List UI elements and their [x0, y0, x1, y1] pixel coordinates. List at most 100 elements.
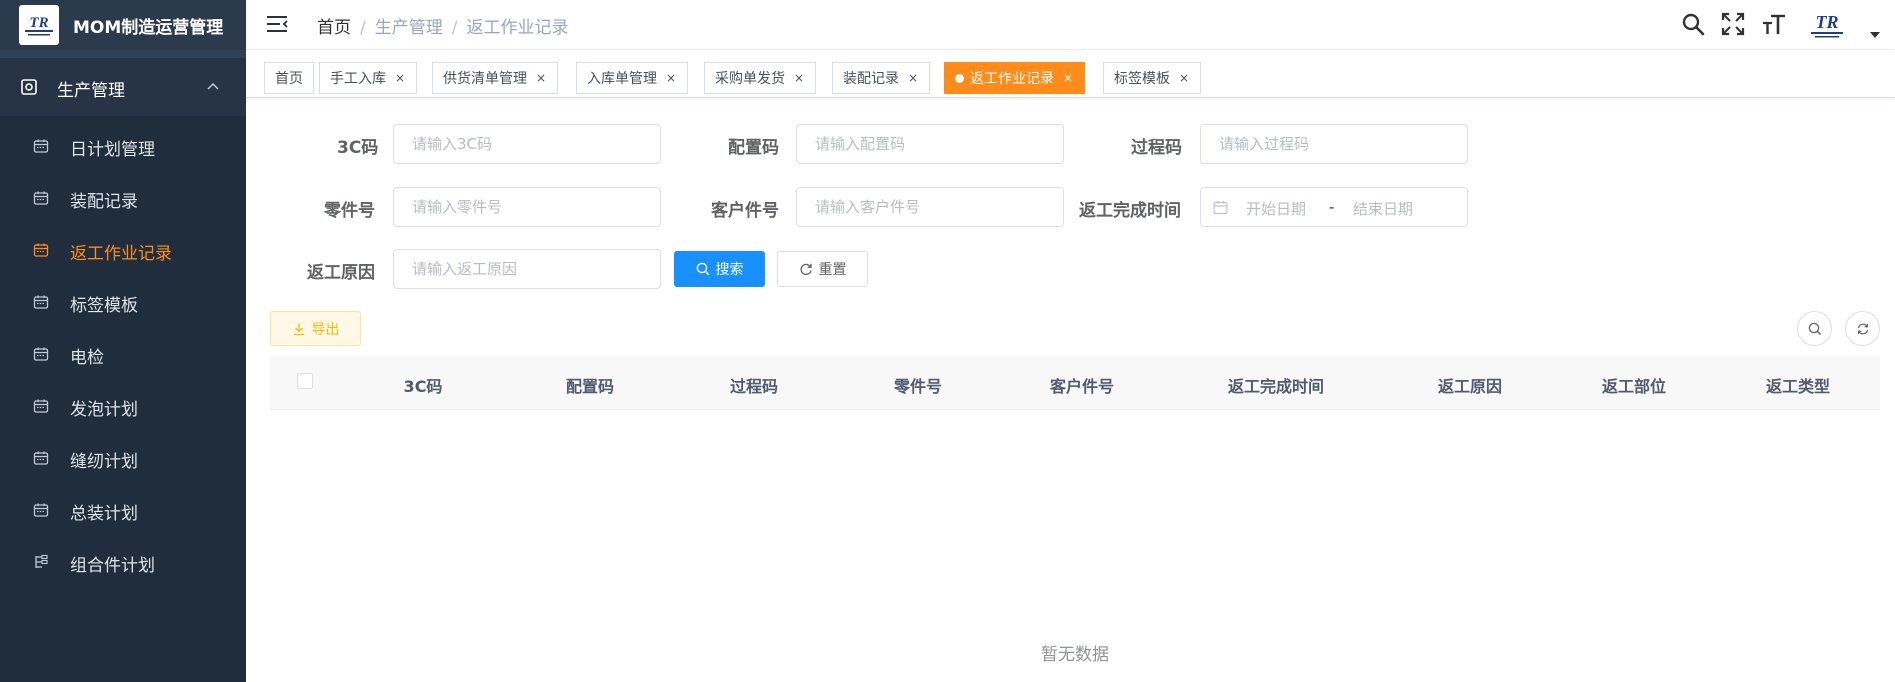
export-button[interactable]: 导出	[270, 311, 361, 346]
column-header[interactable]: 客户件号	[1050, 373, 1114, 397]
sidebar-item-daily-plan[interactable]: 日计划管理	[0, 120, 246, 172]
customer-part-no-input[interactable]	[796, 187, 1064, 227]
toggle-search-button[interactable]	[1797, 311, 1832, 346]
tags-view: 首页 手工入库 × 供货清单管理 × 入库单管理 × 采购单发货 × 装配记录 …	[246, 50, 1895, 98]
sidebar-item-label-template[interactable]: 标签模板	[0, 276, 246, 328]
sidebar-item-label: 发泡计划	[70, 400, 138, 420]
sidebar-item-foaming-plan[interactable]: 发泡计划	[0, 380, 246, 432]
tab-manual-inbound[interactable]: 手工入库 ×	[319, 62, 417, 94]
select-all-checkbox[interactable]	[297, 373, 313, 389]
sidebar-item-final-assembly-plan[interactable]: 总装计划	[0, 484, 246, 536]
tab-label: 标签模板	[1114, 71, 1170, 87]
tab-rework-record[interactable]: 返工作业记录 ×	[944, 62, 1085, 94]
close-icon[interactable]: ×	[793, 71, 805, 85]
font-size-icon[interactable]	[1762, 12, 1786, 36]
sidebar-item-rework-record[interactable]: 返工作业记录	[0, 224, 246, 276]
tab-purchase-delivery[interactable]: 采购单发货 ×	[704, 62, 816, 94]
close-icon[interactable]: ×	[1062, 71, 1074, 85]
export-button-label: 导出	[311, 321, 340, 338]
sidebar-item-component-plan[interactable]: 组合件计划	[0, 536, 246, 588]
app-title: MOM制造运营管理	[73, 18, 224, 38]
search-button[interactable]: 搜索	[674, 251, 765, 287]
calendar-icon	[33, 399, 49, 413]
search-icon	[696, 262, 709, 276]
rework-time-range-picker[interactable]: 开始日期 - 结束日期	[1200, 187, 1468, 227]
search-icon[interactable]	[1681, 12, 1705, 36]
breadcrumb-separator: /	[451, 18, 458, 38]
breadcrumb-current: 返工作业记录	[466, 18, 569, 38]
sidebar-submenu: 日计划管理 装配记录 返工作业记录 标签模板 电检 发泡计划 缝纫计划 总装计划…	[0, 116, 246, 682]
column-header[interactable]: 返工部位	[1602, 373, 1666, 397]
table-header: 3C码 配置码 过程码 零件号 客户件号 返工完成时间 返工原因 返工部位 返工…	[270, 356, 1880, 410]
config-code-label: 配置码	[728, 138, 779, 158]
tab-inbound-order[interactable]: 入库单管理 ×	[576, 62, 688, 94]
table-empty-text: 暂无数据	[1041, 645, 1109, 665]
fullscreen-icon[interactable]	[1721, 12, 1745, 36]
cube-icon	[21, 79, 37, 95]
tab-supply-list[interactable]: 供货清单管理 ×	[432, 62, 558, 94]
rework-reason-input[interactable]	[393, 249, 661, 289]
tree-icon	[35, 554, 48, 568]
sidebar-item-label: 日计划管理	[70, 140, 155, 160]
tab-label-template[interactable]: 标签模板 ×	[1103, 62, 1201, 94]
refresh-table-button[interactable]	[1845, 311, 1880, 346]
sidebar: TR MOM制造运营管理 生产管理 日计划管理 装配记录 返工作业记录 标签模板…	[0, 0, 246, 682]
avatar[interactable]: TR	[1804, 9, 1850, 43]
breadcrumb-production[interactable]: 生产管理	[375, 18, 443, 38]
calendar-icon	[33, 191, 49, 205]
calendar-icon	[33, 243, 49, 257]
end-date-placeholder[interactable]: 结束日期	[1353, 198, 1413, 219]
date-separator: -	[1329, 198, 1335, 216]
column-header[interactable]: 返工类型	[1766, 373, 1830, 397]
column-header[interactable]: 配置码	[566, 373, 614, 397]
sidebar-item-assembly-record[interactable]: 装配记录	[0, 172, 246, 224]
sidebar-item-label: 返工作业记录	[70, 244, 172, 264]
sidebar-menu-label: 生产管理	[57, 81, 125, 101]
breadcrumb: 首页 / 生产管理 / 返工作业记录	[317, 13, 568, 38]
breadcrumb-home[interactable]: 首页	[317, 18, 351, 38]
refresh-icon	[799, 263, 812, 276]
rework-reason-label: 返工原因	[307, 263, 375, 283]
close-icon[interactable]: ×	[394, 71, 406, 85]
user-logo-icon: TR	[1811, 12, 1843, 38]
tab-assembly-record[interactable]: 装配记录 ×	[832, 62, 930, 94]
code3c-label: 3C码	[337, 138, 379, 158]
column-header[interactable]: 返工完成时间	[1228, 373, 1324, 397]
close-icon[interactable]: ×	[907, 71, 919, 85]
column-header[interactable]: 返工原因	[1438, 373, 1502, 397]
tab-label: 手工入库	[330, 71, 386, 87]
close-icon[interactable]: ×	[1178, 71, 1190, 85]
calendar-icon	[33, 139, 49, 153]
code3c-input[interactable]	[393, 124, 661, 164]
tab-label: 首页	[275, 71, 303, 87]
part-no-input[interactable]	[393, 187, 661, 227]
process-code-input[interactable]	[1200, 124, 1468, 164]
logo-icon: TR	[25, 15, 53, 36]
navbar: 首页 / 生产管理 / 返工作业记录 TR	[246, 0, 1895, 50]
hamburger-icon[interactable]	[266, 14, 288, 34]
config-code-input[interactable]	[796, 124, 1064, 164]
sidebar-item-label: 总装计划	[70, 504, 138, 524]
svg-text:TR: TR	[29, 15, 48, 31]
column-header[interactable]: 零件号	[894, 373, 942, 397]
tab-home[interactable]: 首页	[264, 62, 314, 94]
close-icon[interactable]: ×	[665, 71, 677, 85]
column-header[interactable]: 3C码	[404, 373, 443, 397]
sidebar-item-sewing-plan[interactable]: 缝纫计划	[0, 432, 246, 484]
close-icon[interactable]: ×	[535, 71, 547, 85]
tab-label: 入库单管理	[587, 71, 657, 87]
start-date-placeholder[interactable]: 开始日期	[1246, 198, 1306, 219]
refresh-icon	[1857, 323, 1868, 334]
sidebar-item-label: 装配记录	[70, 192, 138, 212]
sidebar-item-electrical-check[interactable]: 电检	[0, 328, 246, 380]
sidebar-menu-production[interactable]: 生产管理	[0, 58, 246, 116]
calendar-icon	[1213, 201, 1228, 215]
reset-button[interactable]: 重置	[777, 251, 868, 287]
rework-time-label: 返工完成时间	[1079, 201, 1181, 221]
sidebar-item-label: 电检	[70, 348, 104, 368]
caret-down-icon[interactable]	[1870, 31, 1880, 39]
logo: TR	[19, 5, 59, 45]
process-code-label: 过程码	[1131, 138, 1182, 158]
calendar-icon	[33, 503, 49, 517]
column-header[interactable]: 过程码	[730, 373, 778, 397]
